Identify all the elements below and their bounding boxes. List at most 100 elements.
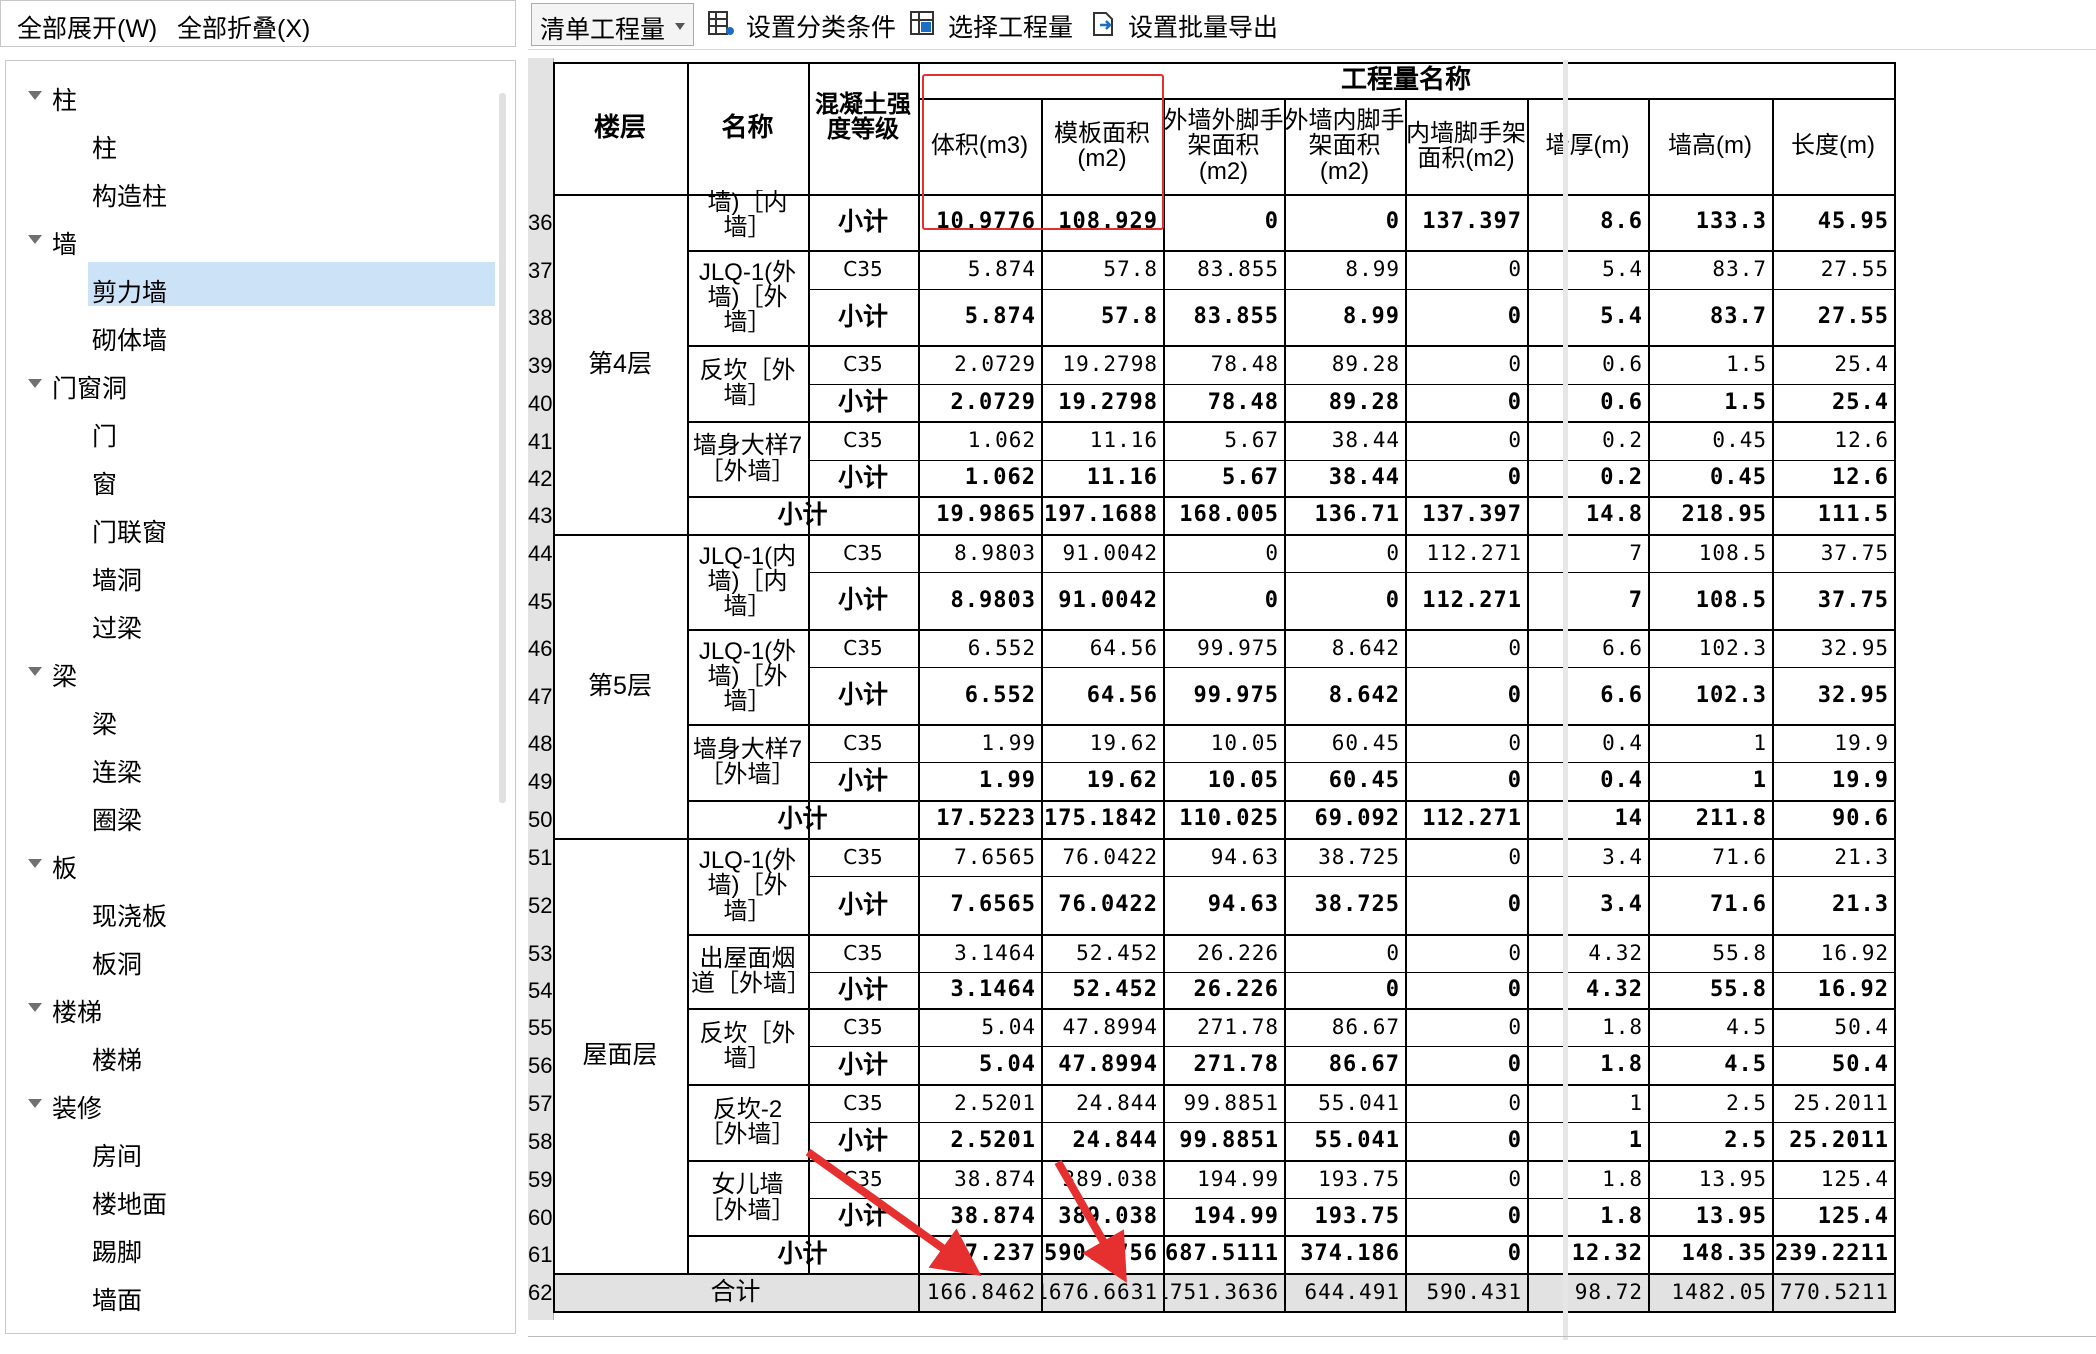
value-cell[interactable]: 4.32 — [1527, 972, 1648, 1008]
value-cell[interactable]: 5.4 — [1527, 250, 1648, 289]
value-cell[interactable]: 50.4 — [1772, 1046, 1894, 1084]
grand-total-value[interactable]: 1482.05 — [1648, 1273, 1772, 1311]
value-cell[interactable]: 5.874 — [918, 289, 1041, 345]
value-cell[interactable]: 1.8 — [1527, 1046, 1648, 1084]
value-cell[interactable]: 193.75 — [1284, 1160, 1405, 1198]
value-cell[interactable]: 0 — [1405, 1122, 1527, 1160]
subtotal-value[interactable]: 111.5 — [1772, 496, 1894, 534]
value-cell[interactable]: 0 — [1405, 250, 1527, 289]
value-cell[interactable]: 0 — [1284, 972, 1405, 1008]
value-cell[interactable]: 12.6 — [1772, 460, 1894, 496]
component-name[interactable]: 反坎［外墙］ — [687, 345, 808, 421]
set-category-button[interactable]: 设置分类条件 — [708, 8, 896, 44]
value-cell[interactable]: 0 — [1405, 629, 1527, 667]
value-cell[interactable]: 7.6565 — [918, 876, 1041, 934]
value-cell[interactable]: 137.397 — [1405, 194, 1527, 250]
value-cell[interactable]: 0 — [1163, 534, 1284, 572]
header-floor[interactable]: 楼层 — [553, 62, 687, 194]
value-cell[interactable]: 38.874 — [918, 1198, 1041, 1235]
grade-cell[interactable]: 小计 — [808, 667, 918, 724]
subtotal-value[interactable]: 175.1842 — [1041, 800, 1163, 838]
value-cell[interactable]: 83.7 — [1648, 289, 1772, 345]
value-cell[interactable]: 0 — [1405, 1198, 1527, 1235]
value-cell[interactable]: 271.78 — [1163, 1008, 1284, 1046]
subtotal-value[interactable]: 69.092 — [1284, 800, 1405, 838]
value-cell[interactable]: 0 — [1405, 934, 1527, 972]
value-cell[interactable]: 45.95 — [1772, 194, 1894, 250]
value-cell[interactable]: 0 — [1284, 934, 1405, 972]
value-cell[interactable]: 0 — [1405, 1046, 1527, 1084]
component-name[interactable]: JLQ-1(外墙)［外墙］ — [687, 250, 808, 345]
value-cell[interactable]: 7 — [1527, 534, 1648, 572]
tree-leaf[interactable]: 房间 — [92, 1137, 142, 1173]
subtotal-value[interactable]: 14 — [1527, 800, 1648, 838]
value-cell[interactable]: 0.4 — [1527, 724, 1648, 762]
value-cell[interactable]: 78.48 — [1163, 345, 1284, 384]
floor-subtotal-label[interactable]: 小计 — [687, 800, 918, 838]
value-cell[interactable]: 0 — [1163, 572, 1284, 629]
value-cell[interactable]: 1.062 — [918, 460, 1041, 496]
value-cell[interactable]: 52.452 — [1041, 934, 1163, 972]
grand-total-value[interactable]: 590.431 — [1405, 1273, 1527, 1311]
subtotal-value[interactable]: 17.5223 — [918, 800, 1041, 838]
value-cell[interactable]: 0 — [1405, 838, 1527, 876]
grade-cell[interactable]: 小计 — [808, 1122, 918, 1160]
value-cell[interactable]: 8.99 — [1284, 289, 1405, 345]
value-cell[interactable]: 91.0042 — [1041, 534, 1163, 572]
value-cell[interactable]: 389.038 — [1041, 1198, 1163, 1235]
subtotal-value[interactable]: 197.1688 — [1041, 496, 1163, 534]
select-quantity-button[interactable]: 选择工程量 — [910, 8, 1073, 44]
value-cell[interactable]: 55.041 — [1284, 1122, 1405, 1160]
value-cell[interactable]: 76.0422 — [1041, 876, 1163, 934]
value-cell[interactable]: 4.5 — [1648, 1008, 1772, 1046]
component-name[interactable]: 墙)［内墙］ — [687, 190, 808, 246]
subtotal-value[interactable]: 168.005 — [1163, 496, 1284, 534]
value-cell[interactable]: 24.844 — [1041, 1122, 1163, 1160]
value-cell[interactable]: 1.8 — [1527, 1160, 1648, 1198]
value-cell[interactable]: 3.4 — [1527, 838, 1648, 876]
value-cell[interactable]: 2.0729 — [918, 345, 1041, 384]
tree-leaf[interactable]: 柱 — [92, 129, 117, 165]
tree-leaf[interactable]: 圈梁 — [92, 801, 142, 837]
tree-leaf[interactable]: 构造柱 — [92, 177, 167, 213]
value-cell[interactable]: 3.1464 — [918, 934, 1041, 972]
tree-node-3[interactable]: 梁 — [52, 657, 77, 693]
subtotal-value[interactable]: 19.9865 — [918, 496, 1041, 534]
tree-node-2[interactable]: 门窗洞 — [52, 369, 127, 405]
header-qty-col[interactable]: 墙厚(m) — [1527, 98, 1648, 194]
value-cell[interactable]: 86.67 — [1284, 1046, 1405, 1084]
value-cell[interactable]: 7.6565 — [918, 838, 1041, 876]
value-cell[interactable]: 89.28 — [1284, 384, 1405, 421]
floor-subtotal-label[interactable]: 小计 — [687, 496, 918, 534]
tree-leaf[interactable]: 板洞 — [92, 945, 142, 981]
value-cell[interactable]: 1.99 — [918, 762, 1041, 800]
value-cell[interactable]: 83.855 — [1163, 250, 1284, 289]
floor-label[interactable]: 第4层 — [553, 194, 687, 534]
grand-total-value[interactable]: 644.491 — [1284, 1273, 1405, 1311]
value-cell[interactable]: 0 — [1405, 667, 1527, 724]
grade-cell[interactable]: C35 — [808, 534, 918, 572]
value-cell[interactable]: 55.8 — [1648, 934, 1772, 972]
value-cell[interactable]: 10.05 — [1163, 762, 1284, 800]
header-qty-col[interactable]: 墙高(m) — [1648, 98, 1772, 194]
value-cell[interactable]: 5.04 — [918, 1008, 1041, 1046]
value-cell[interactable]: 2.5201 — [918, 1084, 1041, 1122]
value-cell[interactable]: 108.5 — [1648, 572, 1772, 629]
collapse-all-button[interactable]: 全部折叠(X) — [177, 9, 310, 45]
value-cell[interactable]: 5.4 — [1527, 289, 1648, 345]
value-cell[interactable]: 55.8 — [1648, 972, 1772, 1008]
value-cell[interactable]: 125.4 — [1772, 1160, 1894, 1198]
value-cell[interactable]: 2.5 — [1648, 1084, 1772, 1122]
value-cell[interactable]: 76.0422 — [1041, 838, 1163, 876]
value-cell[interactable]: 0 — [1405, 876, 1527, 934]
value-cell[interactable]: 1 — [1648, 724, 1772, 762]
value-cell[interactable]: 5.67 — [1163, 460, 1284, 496]
value-cell[interactable]: 8.642 — [1284, 667, 1405, 724]
value-cell[interactable]: 8.6 — [1527, 194, 1648, 250]
value-cell[interactable]: 11.16 — [1041, 460, 1163, 496]
value-cell[interactable]: 0 — [1405, 1008, 1527, 1046]
value-cell[interactable]: 389.038 — [1041, 1160, 1163, 1198]
value-cell[interactable]: 19.2798 — [1041, 345, 1163, 384]
grade-cell[interactable]: C35 — [808, 345, 918, 384]
tree-node-6[interactable]: 装修 — [52, 1089, 102, 1125]
